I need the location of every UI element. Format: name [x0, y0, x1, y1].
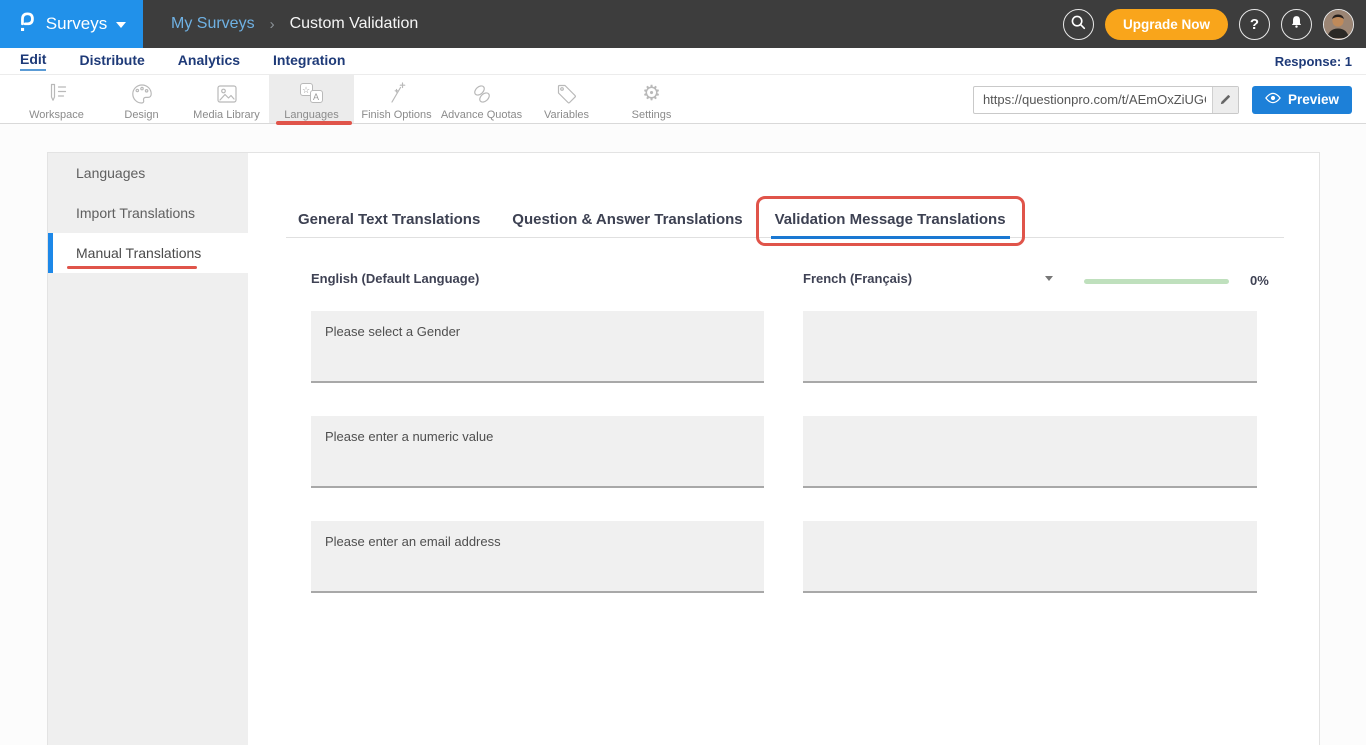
language-columns-header: English (Default Language) French (Franç…	[248, 271, 1319, 293]
product-switcher[interactable]: Surveys	[0, 0, 143, 48]
questionpro-logo-icon	[17, 9, 37, 40]
toolbar-label: Settings	[609, 109, 694, 121]
translation-row: Please enter an email address	[311, 521, 1257, 593]
breadcrumb-separator-icon: ›	[270, 16, 275, 33]
languages-icon	[269, 81, 354, 107]
toolbar-label: Advance Quotas	[439, 109, 524, 121]
toolbar-item-finish-options[interactable]: Finish Options	[354, 75, 439, 123]
notifications-button[interactable]	[1281, 9, 1312, 40]
languages-sidebar: Languages Import Translations Manual Tra…	[48, 153, 248, 745]
workspace-icon	[14, 81, 99, 107]
toolbar-label: Finish Options	[354, 109, 439, 121]
tab-validation-message-translations[interactable]: Validation Message Translations	[763, 203, 1018, 237]
toolbar-label: Media Library	[184, 109, 269, 121]
target-translation-input[interactable]	[803, 311, 1257, 383]
translation-row: Please enter a numeric value	[311, 416, 1257, 488]
pencil-icon	[1219, 93, 1232, 106]
chevron-down-icon	[1045, 276, 1053, 281]
sidebar-item-label: Manual Translations	[76, 245, 201, 261]
annotation-underline-languages	[276, 121, 352, 125]
languages-panel: Languages Import Translations Manual Tra…	[47, 152, 1320, 745]
sidebar-item-import-translations[interactable]: Import Translations	[48, 193, 248, 233]
response-count[interactable]: Response: 1	[1275, 54, 1352, 69]
breadcrumb-current: Custom Validation	[290, 15, 419, 33]
sidebar-item-manual-translations[interactable]: Manual Translations	[48, 233, 248, 273]
target-language-label: French (Français)	[803, 271, 912, 286]
settings-gear-icon	[609, 81, 694, 107]
tab-question-answer-translations[interactable]: Question & Answer Translations	[500, 203, 754, 237]
bell-icon	[1288, 14, 1305, 35]
survey-url-field	[973, 86, 1239, 114]
question-mark-icon: ?	[1250, 16, 1259, 33]
survey-section-nav: Edit Distribute Analytics Integration Re…	[0, 48, 1366, 75]
chevron-down-icon	[116, 22, 126, 28]
tab-general-text-translations[interactable]: General Text Translations	[286, 203, 492, 237]
toolbar-item-languages[interactable]: Languages	[269, 75, 354, 123]
toolbar-item-settings[interactable]: Settings	[609, 75, 694, 123]
toolbar-item-workspace[interactable]: Workspace	[14, 75, 99, 123]
nav-tab-integration[interactable]: Integration	[273, 52, 345, 70]
advance-quotas-icon	[439, 81, 524, 107]
translation-tabs: General Text Translations Question & Ans…	[286, 203, 1284, 238]
toolbar-item-media-library[interactable]: Media Library	[184, 75, 269, 123]
source-message-text: Please select a Gender	[311, 311, 764, 383]
source-message-text: Please enter a numeric value	[311, 416, 764, 488]
nav-tab-edit[interactable]: Edit	[20, 51, 46, 71]
target-language-dropdown[interactable]: French (Français)	[803, 271, 1053, 286]
nav-tab-distribute[interactable]: Distribute	[79, 52, 144, 70]
toolbar-label: Variables	[524, 109, 609, 121]
toolbar-right: Preview	[973, 75, 1352, 124]
app-root: Surveys My Surveys › Custom Validation U…	[0, 0, 1366, 745]
translation-row: Please select a Gender	[311, 311, 1257, 383]
design-icon	[99, 81, 184, 107]
user-avatar[interactable]	[1323, 9, 1354, 40]
variables-icon	[524, 81, 609, 107]
toolbar-item-variables[interactable]: Variables	[524, 75, 609, 123]
toolbar-item-advance-quotas[interactable]: Advance Quotas	[439, 75, 524, 123]
sidebar-item-languages[interactable]: Languages	[48, 153, 248, 193]
search-button[interactable]	[1063, 9, 1094, 40]
survey-url-input[interactable]	[973, 86, 1239, 114]
eye-icon	[1265, 92, 1281, 107]
toolbar-label: Workspace	[14, 109, 99, 121]
toolbar-label: Design	[99, 109, 184, 121]
manual-translations-content: General Text Translations Question & Ans…	[248, 153, 1319, 745]
breadcrumb: My Surveys › Custom Validation	[171, 15, 418, 33]
preview-label: Preview	[1288, 92, 1339, 107]
product-name: Surveys	[46, 14, 107, 34]
source-message-text: Please enter an email address	[311, 521, 764, 593]
edit-url-button[interactable]	[1212, 87, 1238, 113]
toolbar-item-design[interactable]: Design	[99, 75, 184, 123]
preview-button[interactable]: Preview	[1252, 86, 1352, 114]
target-translation-input[interactable]	[803, 521, 1257, 593]
help-button[interactable]: ?	[1239, 9, 1270, 40]
upgrade-now-button[interactable]: Upgrade Now	[1105, 9, 1228, 40]
source-language-label: English (Default Language)	[311, 271, 479, 286]
annotation-underline-manual-translations	[67, 266, 197, 269]
toolbar-label: Languages	[269, 109, 354, 121]
media-library-icon	[184, 81, 269, 107]
topbar-actions: Upgrade Now ?	[1063, 0, 1354, 48]
finish-options-icon	[354, 81, 439, 107]
breadcrumb-my-surveys[interactable]: My Surveys	[171, 15, 255, 33]
translation-progress-bar	[1084, 279, 1229, 284]
target-translation-input[interactable]	[803, 416, 1257, 488]
edit-toolbar: Workspace Design Media Library Languages	[0, 75, 1366, 124]
top-bar: Surveys My Surveys › Custom Validation U…	[0, 0, 1366, 48]
nav-tab-analytics[interactable]: Analytics	[178, 52, 240, 70]
translation-progress-percent: 0%	[1250, 273, 1269, 288]
tab-label: Validation Message Translations	[775, 211, 1006, 228]
search-icon	[1069, 13, 1087, 35]
